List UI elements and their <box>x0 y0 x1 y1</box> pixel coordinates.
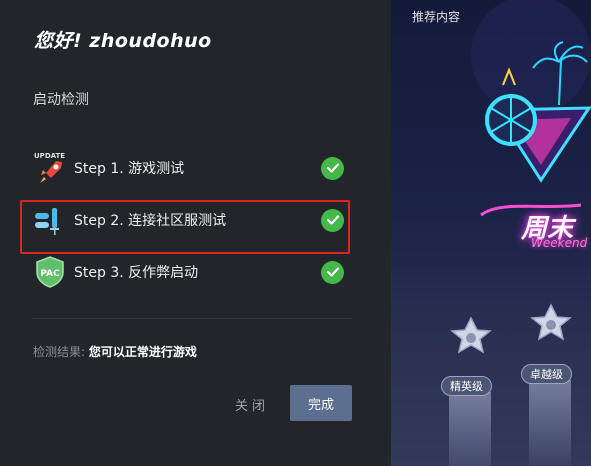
pac-badge-text: PAC <box>40 269 60 279</box>
update-badge-text: UPDATE <box>34 152 65 160</box>
result-label: 检测结果: <box>33 345 86 359</box>
tier-pillar <box>449 392 491 466</box>
step-game-test: UPDATE Step 1. 游戏测试 <box>32 148 344 188</box>
step-label: Step 1. 游戏测试 <box>74 161 185 177</box>
check-icon <box>321 156 344 180</box>
tier-label-elite: 精英级 <box>441 376 492 396</box>
step-label: Step 2. 连接社区服测试 <box>74 213 227 229</box>
startup-check-dialog: 您好! zhoudohuo 启动检测 UPDATE Step 1. 游戏测试 S… <box>0 0 391 466</box>
done-button[interactable]: 完成 <box>290 385 352 421</box>
step-anticheat-launch: PAC Step 3. 反作弊启动 <box>32 252 344 292</box>
check-icon <box>321 260 344 284</box>
result-value: 您可以正常进行游戏 <box>88 345 197 359</box>
close-button[interactable]: 关闭 <box>228 387 276 421</box>
divider <box>32 318 352 319</box>
pac-shield-icon: PAC <box>32 254 68 290</box>
banner-subtitle: Weekend <box>531 236 588 250</box>
greeting-title: 您好! zhoudohuo <box>34 30 212 52</box>
tier-label-excellent: 卓越级 <box>521 364 572 384</box>
check-result: 检测结果: 您可以正常进行游戏 <box>33 343 197 360</box>
section-title: 启动检测 <box>33 92 89 108</box>
check-icon <box>321 208 344 232</box>
update-rocket-icon: UPDATE <box>32 150 68 186</box>
recommended-content-panel[interactable]: 推荐内容 周末 Weekend 精英级 卓越级 <box>391 0 591 466</box>
tier-pillar <box>529 380 571 466</box>
step-community-server-test: Step 2. 连接社区服测试 <box>32 200 344 240</box>
step-label: Step 3. 反作弊启动 <box>74 265 199 281</box>
network-connection-icon <box>32 202 68 238</box>
